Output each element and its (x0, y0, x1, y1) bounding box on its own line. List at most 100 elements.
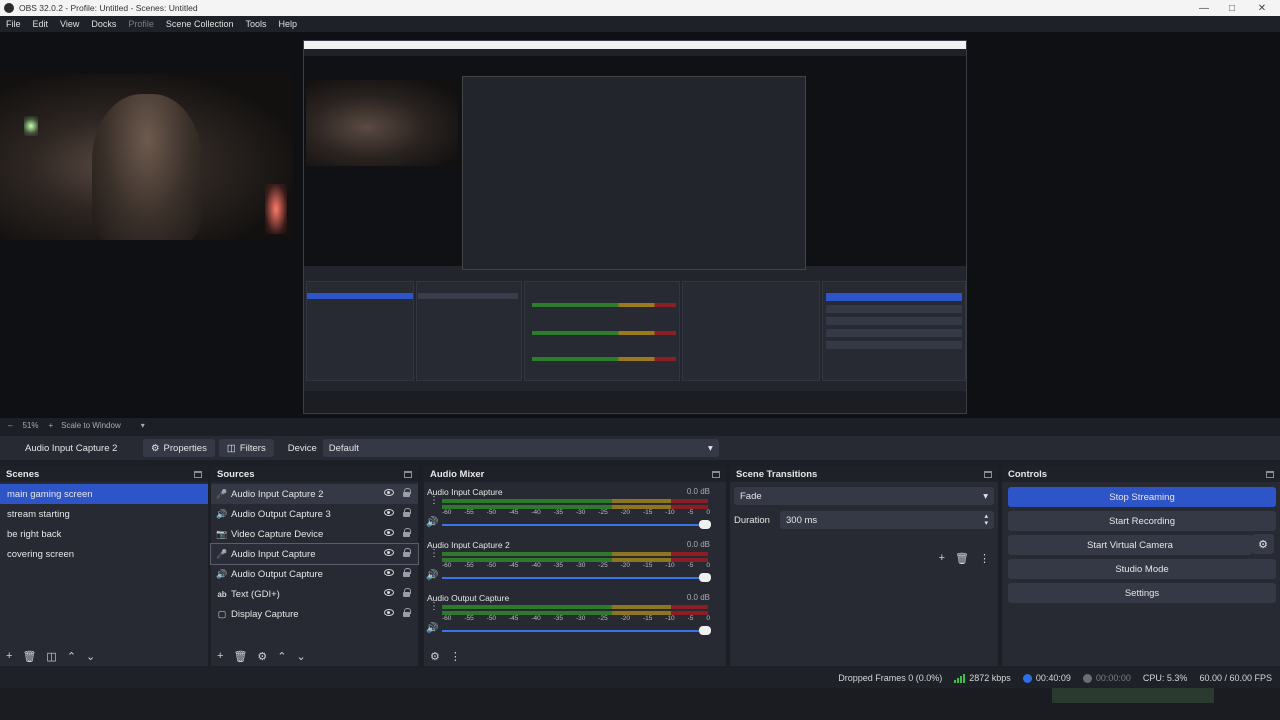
lock-icon[interactable] (403, 488, 411, 497)
virtual-camera-settings-button[interactable]: ⚙ (1252, 534, 1274, 554)
menu-scene-collection[interactable]: Scene Collection (160, 19, 240, 29)
undock-icon[interactable] (712, 470, 720, 478)
volume-slider-handle[interactable] (699, 626, 711, 635)
undock-icon[interactable] (404, 470, 412, 478)
stop-streaming-button[interactable]: Stop Streaming (1008, 487, 1276, 507)
eye-icon[interactable] (384, 489, 394, 496)
zoom-dropdown-icon[interactable]: ▾ (141, 421, 145, 430)
scene-transitions-dock: Scene Transitions Fade ▾ Duration 300 ms… (730, 466, 998, 666)
preview-canvas[interactable] (0, 32, 1280, 418)
audio-mixer-title: Audio Mixer (430, 468, 485, 480)
eye-icon[interactable] (384, 509, 394, 516)
settings-button[interactable]: Settings (1008, 583, 1276, 603)
recording-indicator-icon (1082, 673, 1092, 683)
lock-icon[interactable] (403, 568, 411, 577)
lock-icon[interactable] (403, 608, 411, 617)
eye-icon[interactable] (384, 529, 394, 536)
context-bar: Audio Input Capture 2 ⚙ Properties ◫ Fil… (0, 436, 1280, 460)
audio-mixer-dock: Audio Mixer Audio Input Capture 0.0 dB ⋮… (424, 466, 726, 666)
chevron-up-icon[interactable]: ⌃ (277, 650, 286, 663)
transition-select[interactable]: Fade ▾ (734, 487, 994, 505)
trash-icon[interactable]: 🗑 (955, 552, 969, 565)
scene-item[interactable]: covering screen (0, 544, 208, 564)
more-icon[interactable]: ⋮ (429, 549, 439, 559)
zoom-mode[interactable]: Scale to Window (61, 421, 121, 430)
source-item[interactable]: 📷 Video Capture Device (211, 524, 418, 544)
chevron-up-icon[interactable]: ⌃ (67, 650, 76, 663)
zoom-in-button[interactable]: + (48, 421, 53, 430)
duration-input[interactable]: 300 ms ▴ ▾ (780, 511, 994, 529)
source-name: Audio Output Capture 3 (231, 508, 331, 520)
zoom-out-button[interactable]: – (8, 421, 12, 430)
mixer-channel: Audio Output Capture 0.0 dB ⋮ -60 -55 -50-… (424, 593, 718, 645)
more-icon[interactable]: ⋮ (450, 650, 461, 663)
chevron-down-icon[interactable]: ⌄ (297, 650, 306, 663)
device-select[interactable]: Default ▾ (322, 439, 719, 457)
chevron-down-icon[interactable]: ⌄ (86, 650, 95, 663)
speaker-icon[interactable]: 🔊 (426, 570, 438, 581)
menu-profile[interactable]: Profile (122, 19, 160, 29)
menu-view[interactable]: View (54, 19, 85, 29)
menu-tools[interactable]: Tools (239, 19, 272, 29)
menu-file[interactable]: File (0, 19, 27, 29)
chevron-down-icon: ▾ (983, 490, 988, 502)
studio-mode-button[interactable]: Studio Mode (1008, 559, 1276, 579)
volume-slider-handle[interactable] (699, 573, 711, 582)
advanced-audio-icon[interactable]: ⚙ (430, 650, 440, 663)
trash-icon[interactable]: 🗑 (22, 650, 36, 663)
scene-item[interactable]: main gaming screen (0, 484, 208, 504)
more-icon[interactable]: ⋮ (429, 496, 439, 506)
source-item[interactable]: 🔊 Audio Output Capture (211, 564, 418, 584)
sources-title: Sources (217, 468, 255, 480)
controls-dock: Controls Stop Streaming Start Recording … (1002, 466, 1280, 666)
filters-label: Filters (239, 442, 266, 454)
volume-slider[interactable] (442, 577, 710, 579)
spinner-icon[interactable]: ▴ ▾ (984, 513, 988, 527)
source-item[interactable]: 🔊 Audio Output Capture 3 (211, 504, 418, 524)
maximize-icon[interactable]: □ (1216, 0, 1248, 16)
lock-icon[interactable] (403, 528, 411, 537)
more-icon[interactable]: ⋮ (429, 602, 439, 612)
sources-header: Sources (211, 466, 418, 482)
eye-icon[interactable] (384, 589, 394, 596)
eye-icon[interactable] (384, 569, 394, 576)
volume-slider-handle[interactable] (699, 520, 711, 529)
source-item[interactable]: ▢ Display Capture (211, 604, 418, 624)
trash-icon[interactable]: 🗑 (233, 650, 247, 663)
more-icon[interactable]: ⋮ (979, 552, 990, 565)
menu-edit[interactable]: Edit (27, 19, 55, 29)
source-item[interactable]: ab Text (GDI+) (211, 584, 418, 604)
undock-icon[interactable] (194, 470, 202, 478)
eye-icon[interactable] (384, 609, 394, 616)
lock-icon[interactable] (403, 548, 411, 557)
speaker-icon[interactable]: 🔊 (426, 517, 438, 528)
filter-icon[interactable]: ◫ (46, 650, 56, 663)
menu-docks[interactable]: Docks (85, 19, 122, 29)
source-item[interactable]: 🎤 Audio Input Capture (210, 543, 419, 565)
speaker-icon[interactable]: 🔊 (426, 623, 438, 634)
mixer-toolbar: ⚙ ⋮ (424, 646, 726, 666)
start-recording-button[interactable]: Start Recording (1008, 511, 1276, 531)
eye-icon[interactable] (384, 549, 394, 556)
volume-slider[interactable] (442, 630, 710, 632)
source-item[interactable]: 🎤 Audio Input Capture 2 (211, 484, 418, 504)
start-virtual-camera-button[interactable]: Start Virtual Camera (1008, 535, 1252, 555)
transition-tools: + 🗑 ⋮ (939, 552, 990, 565)
lock-icon[interactable] (403, 588, 411, 597)
add-icon[interactable]: + (6, 650, 12, 662)
add-icon[interactable]: + (217, 650, 223, 662)
close-icon[interactable]: ✕ (1246, 0, 1278, 16)
menu-help[interactable]: Help (272, 19, 303, 29)
scene-item[interactable]: be right back (0, 524, 208, 544)
gear-icon[interactable]: ⚙ (257, 650, 267, 663)
undock-icon[interactable] (984, 470, 992, 478)
lock-icon[interactable] (403, 508, 411, 517)
volume-slider[interactable] (442, 524, 710, 526)
scenes-title: Scenes (6, 468, 40, 480)
scene-item[interactable]: stream starting (0, 504, 208, 524)
undock-icon[interactable] (1266, 470, 1274, 478)
filters-button[interactable]: ◫ Filters (218, 439, 274, 457)
add-icon[interactable]: + (939, 552, 945, 565)
microphone-icon: 🎤 (216, 548, 228, 559)
properties-button[interactable]: ⚙ Properties (143, 439, 215, 457)
